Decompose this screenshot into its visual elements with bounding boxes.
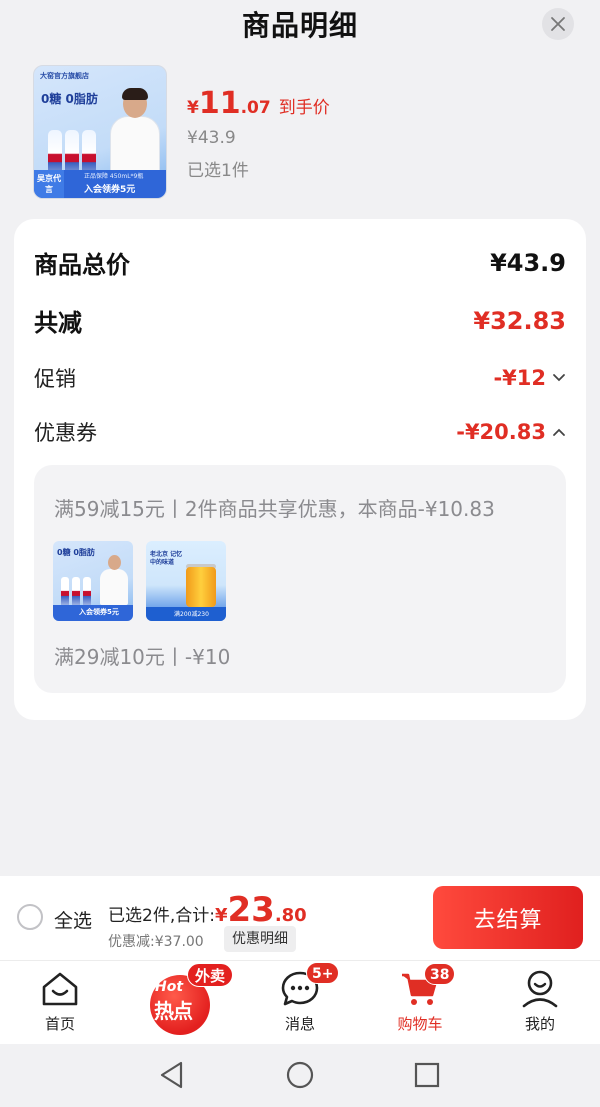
price-tag: 到手价 [278, 98, 330, 118]
chevron-up-icon [553, 428, 565, 436]
coupon-product-thumb-b[interactable]: 老北京 记忆中的味道 满200减230 [146, 541, 226, 621]
back-triangle-icon[interactable] [157, 1060, 187, 1090]
system-navigation-bar [0, 1044, 600, 1107]
coupon-label: 优惠券 [34, 421, 97, 445]
selected-count: 已选1件 [187, 161, 249, 181]
order-total-label: 已选2件,合计: [108, 906, 215, 926]
tab-messages-label: 消息 [284, 1015, 315, 1033]
messages-badge: 5+ [306, 962, 340, 984]
home-circle-icon[interactable] [285, 1060, 315, 1090]
thumb-a-badge: 入会领券5元 [79, 608, 119, 616]
order-total-decimal: .80 [274, 905, 307, 926]
promotion-label: 促销 [34, 367, 76, 391]
price-integer: 11 [198, 86, 241, 121]
order-total-currency: ¥ [214, 905, 228, 926]
tab-home[interactable]: 首页 [10, 961, 110, 1045]
product-image-badge-right: 入会领券5元 [84, 185, 136, 195]
close-icon [551, 17, 565, 31]
tab-hot-cn: 热点 [154, 999, 193, 1023]
spokesperson-illustration [99, 555, 129, 605]
coupon-detail-2: 满29减10元丨-¥10 [54, 645, 231, 669]
thumb-b-text: 老北京 记忆中的味道 [150, 551, 183, 566]
checkout-button[interactable]: 去结算 [433, 886, 583, 949]
product-image-slogan: 0糖 0脂肪 [41, 92, 98, 106]
coupon-detail-box: 满59减15元丨2件商品共享优惠，本商品-¥10.83 0糖 0脂肪 入会领券5… [34, 465, 566, 693]
tab-me-label: 我的 [524, 1015, 555, 1033]
thumb-b-bar: 满200减230 [146, 607, 226, 621]
promotion-value-wrap[interactable]: -¥12 [493, 366, 566, 390]
product-image[interactable]: 大窑官方旗舰店 0糖 0脂肪 吴京代言 正品保障 450mL*9瓶 入会领券5元 [33, 65, 167, 199]
takeout-badge: 外卖 [187, 963, 234, 987]
promotion-row[interactable]: 促销 -¥12 [34, 363, 566, 393]
total-price-value: ¥43.9 [490, 248, 566, 277]
cart-badge: 38 [424, 963, 456, 985]
product-image-spec: 正品保障 450mL*9瓶 [84, 173, 144, 180]
soda-can-illustration [186, 567, 216, 607]
tab-cart-label: 购物车 [397, 1015, 443, 1033]
home-icon [42, 972, 78, 1006]
thumb-b-badge: 满200减230 [174, 611, 209, 618]
price-currency: ¥ [187, 98, 199, 118]
total-reduction-label: 共减 [34, 309, 82, 337]
chevron-down-icon [553, 374, 565, 382]
price-summary-card: 商品总价 ¥43.9 共减 ¥32.83 促销 -¥12 优惠券 -¥20.83… [14, 219, 586, 720]
sheet-title: 商品明细 [241, 9, 358, 42]
thumb-a-slogan: 0糖 0脂肪 [57, 548, 95, 557]
price-decimal: .07 [240, 98, 271, 118]
coupon-product-thumb-a[interactable]: 0糖 0脂肪 入会领券5元 [53, 541, 133, 621]
coupon-detail-1: 满59减15元丨2件商品共享优惠，本商品-¥10.83 [54, 497, 495, 521]
coupon-value: -¥20.83 [456, 420, 546, 444]
select-all-label[interactable]: 全选 [54, 906, 92, 933]
thumb-a-bar: 入会领券5元 [53, 605, 133, 621]
product-image-badge-left: 吴京代言 [34, 170, 64, 198]
product-image-badge-bar: 吴京代言 正品保障 450mL*9瓶 入会领券5元 [34, 170, 166, 198]
promotion-value: -¥12 [493, 366, 546, 390]
coupon-value-wrap[interactable]: -¥20.83 [456, 420, 566, 444]
user-icon [522, 970, 558, 1008]
recent-apps-square-icon[interactable] [412, 1060, 442, 1090]
discount-detail-button[interactable]: 优惠明细 [224, 926, 296, 952]
checkout-bar: 全选 已选2件,合计:¥23.80 优惠减:¥37.00 优惠明细 去结算 [0, 876, 600, 960]
tab-home-label: 首页 [44, 1015, 75, 1033]
total-reduction-row: 共减 ¥32.83 [34, 303, 566, 338]
coupon-row[interactable]: 优惠券 -¥20.83 [34, 417, 566, 447]
tab-me[interactable]: 我的 [490, 961, 590, 1045]
sheet-header: 商品明细 [0, 0, 600, 50]
close-button[interactable] [542, 8, 574, 40]
discount-amount: 优惠减:¥37.00 [108, 934, 204, 950]
select-all-checkbox[interactable] [17, 904, 43, 930]
total-price-row: 商品总价 ¥43.9 [34, 245, 566, 280]
tab-hot-en: Hot [155, 979, 184, 995]
bottom-tab-bar: 首页 消息 购物车 我的 [0, 960, 600, 1044]
total-reduction-value: ¥32.83 [473, 306, 566, 335]
order-total: 已选2件,合计:¥23.80 [108, 890, 307, 930]
product-image-brand: 大窑官方旗舰店 [40, 72, 89, 80]
order-total-integer: 23 [227, 890, 275, 930]
total-price-label: 商品总价 [34, 251, 130, 279]
original-price: ¥43.9 [187, 128, 236, 148]
spokesperson-illustration [108, 88, 162, 182]
final-price: ¥11.07 到手价 [187, 86, 330, 121]
